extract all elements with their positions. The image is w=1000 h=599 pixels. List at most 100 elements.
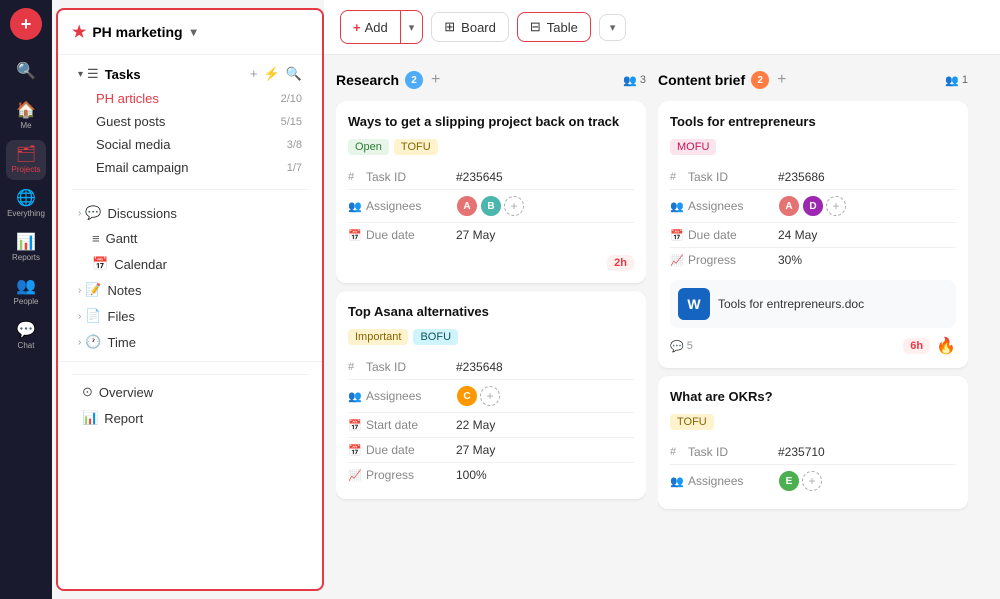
board-icon: ⊞ (444, 19, 455, 35)
gantt-icon: ≡ (92, 231, 100, 246)
sidebar-item-time[interactable]: › 🕐 Time (64, 329, 316, 355)
email-campaign-label: Email campaign (96, 160, 287, 175)
table-row: 📅 Due date 24 May (670, 223, 956, 248)
start-date-label: Start date (366, 413, 456, 438)
main-content: + Add ▾ ⊞ Board ⊟ Table ▾ Research 2 + (324, 0, 1000, 599)
start-date-icon: 📅 (348, 413, 366, 438)
column-research-header: Research 2 + 👥3 (336, 67, 646, 93)
table-row: # Task ID #235710 (670, 440, 956, 465)
task-subitem-guest-posts[interactable]: Guest posts 5/15 (64, 110, 316, 133)
avatar-group: C + (456, 385, 634, 407)
sidebar-item-discussions[interactable]: › 💬 Discussions (64, 200, 316, 226)
avatar-add-button[interactable]: + (480, 386, 500, 406)
global-add-button[interactable]: + (10, 8, 42, 40)
content-brief-people: 👥1 (945, 74, 968, 87)
sidebar-item-search[interactable]: 🔍 (6, 52, 46, 92)
sidebar-header[interactable]: ★ PH marketing ▾ (58, 10, 322, 55)
overview-icon: ⊙ (82, 384, 93, 400)
task-subitem-social-media[interactable]: Social media 3/8 (64, 133, 316, 156)
avatar-add-button[interactable]: + (802, 471, 822, 491)
assignees-value: E + (778, 465, 956, 498)
sidebar-item-people[interactable]: 👥 People (6, 272, 46, 312)
card-tools-tags: MOFU (670, 139, 956, 155)
guest-posts-badge: 5/15 (281, 116, 302, 128)
assignees-icon: 👥 (348, 380, 366, 413)
sidebar-item-chat[interactable]: 💬 Chat (6, 316, 46, 356)
card-asana-title: Top Asana alternatives (348, 303, 634, 321)
sidebar-item-gantt[interactable]: ≡ Gantt (64, 226, 316, 251)
projects-label: Projects (12, 165, 41, 174)
content-brief-add-icon[interactable]: + (777, 71, 786, 89)
sidebar-item-projects[interactable]: 🗂 Projects (6, 140, 46, 180)
comment-icon: 💬 (670, 340, 684, 353)
tag-open: Open (348, 139, 389, 155)
sidebar-item-reports[interactable]: 📊 Reports (6, 228, 46, 268)
sidebar-item-files[interactable]: › 📄 Files (64, 303, 316, 329)
board-area: Research 2 + 👥3 Ways to get a slipping p… (324, 55, 1000, 599)
files-icon: 📄 (85, 308, 101, 324)
add-main-button[interactable]: + Add (341, 14, 400, 41)
ph-articles-label: PH articles (96, 91, 281, 106)
assignees-icon: 👥 (670, 190, 688, 223)
ph-articles-badge: 2/10 (281, 93, 302, 105)
fire-icon: 🔥 (936, 336, 956, 356)
sidebar-item-me[interactable]: 🏠 Me (6, 96, 46, 136)
avatar-add-button[interactable]: + (504, 196, 524, 216)
sidebar-nav-section: › 💬 Discussions ≡ Gantt 📅 Calendar › 📝 N… (58, 194, 322, 361)
tasks-search-icon[interactable]: 🔍 (286, 66, 302, 82)
tasks-header[interactable]: ▾ ☰ Tasks + ⚡ 🔍 (64, 61, 316, 87)
assignees-label: Assignees (688, 465, 778, 498)
avatar-add-button[interactable]: + (826, 196, 846, 216)
task-id-label: Task ID (366, 355, 456, 380)
reports-icon: 📊 (16, 235, 36, 251)
sidebar-item-report[interactable]: 📊 Report (64, 405, 316, 431)
task-subitem-ph-articles[interactable]: PH articles 2/10 (64, 87, 316, 110)
table-row: 📅 Due date 27 May (348, 438, 634, 463)
research-title: Research (336, 72, 399, 88)
everything-label: Everything (7, 209, 45, 218)
comment-count: 💬 5 (670, 340, 693, 353)
sidebar-item-notes[interactable]: › 📝 Notes (64, 277, 316, 303)
table-icon: ⊟ (530, 19, 541, 35)
card-slipping-tags: Open TOFU (348, 139, 634, 155)
time-badge: 2h (607, 255, 634, 271)
content-brief-people-icon: 👥 (945, 74, 959, 87)
research-people: 👥3 (623, 74, 646, 87)
plus-icon: + (353, 20, 361, 35)
files-label: Files (108, 309, 302, 324)
card-slipping-project: Ways to get a slipping project back on t… (336, 101, 646, 283)
avatar-group: A B + (456, 195, 634, 217)
add-chevron-button[interactable]: ▾ (401, 15, 423, 40)
overview-label: Overview (99, 385, 302, 400)
progress-icon: 📈 (670, 248, 688, 273)
tag-important: Important (348, 329, 408, 345)
sidebar-item-everything[interactable]: 🌐 Everything (6, 184, 46, 224)
reports-label: Reports (12, 253, 40, 262)
due-date-value: 24 May (778, 223, 956, 248)
time-icon: 🕐 (85, 334, 101, 350)
sidebar-item-overview[interactable]: ⊙ Overview (64, 379, 316, 405)
content-brief-badge: 2 (751, 71, 769, 89)
tasks-filter-icon[interactable]: ⚡ (264, 66, 280, 82)
research-people-icon: 👥 (623, 74, 637, 87)
board-view-button[interactable]: ⊞ Board (431, 12, 509, 42)
card-slipping-title: Ways to get a slipping project back on t… (348, 113, 634, 131)
avatar: C (456, 385, 478, 407)
research-add-icon[interactable]: + (431, 71, 440, 89)
hash-icon: # (348, 165, 366, 190)
assignees-label: Assignees (688, 190, 778, 223)
task-id-value: #235686 (778, 165, 956, 190)
tasks-add-icon[interactable]: + (250, 66, 258, 82)
table-view-button[interactable]: ⊟ Table (517, 12, 591, 42)
table-row: # Task ID #235648 (348, 355, 634, 380)
view-more-button[interactable]: ▾ (599, 14, 627, 41)
due-date-icon: 📅 (670, 223, 688, 248)
avatar: E (778, 470, 800, 492)
search-icon: 🔍 (16, 64, 36, 80)
sidebar-item-calendar[interactable]: 📅 Calendar (64, 251, 316, 277)
discussions-icon: 💬 (85, 205, 101, 221)
avatar-group: E + (778, 470, 956, 492)
chat-icon: 💬 (16, 323, 36, 339)
task-subitem-email-campaign[interactable]: Email campaign 1/7 (64, 156, 316, 179)
report-icon: 📊 (82, 410, 98, 426)
